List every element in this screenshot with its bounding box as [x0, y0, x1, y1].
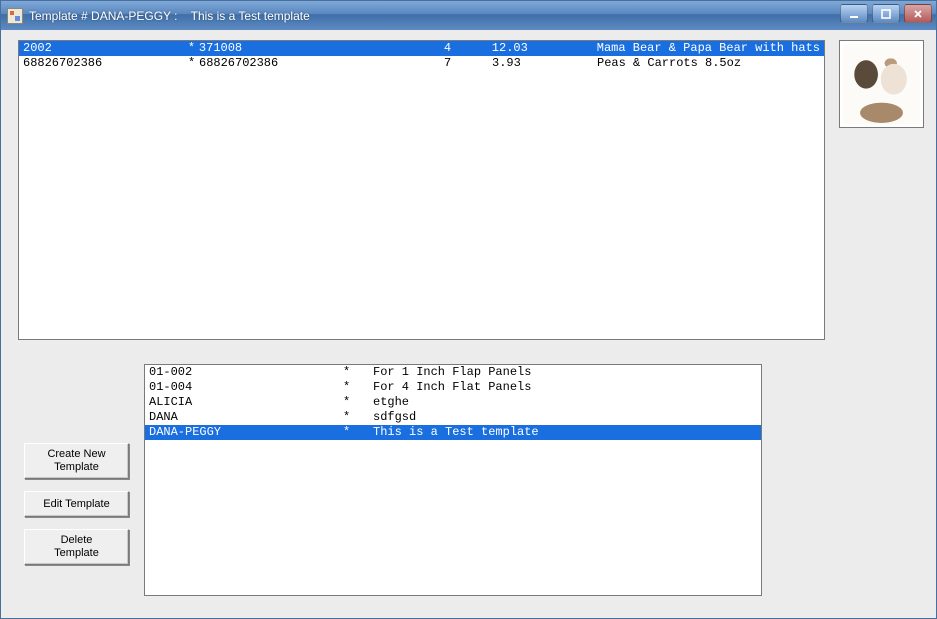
item-cell: Peas & Carrots 8.5oz [597, 56, 820, 71]
titlebar[interactable]: Template # DANA-PEGGY : This is a Test t… [1, 1, 936, 30]
item-cell: 2002 [23, 41, 188, 56]
item-thumbnail[interactable] [839, 40, 924, 128]
item-grid[interactable]: 2002*371008412.03Mama Bear & Papa Bear w… [18, 40, 825, 340]
template-row[interactable]: DANA-PEGGY*This is a Test template [145, 425, 761, 440]
template-cell: * [343, 410, 373, 425]
template-cell: For 1 Inch Flap Panels [373, 365, 757, 380]
maximize-button[interactable] [872, 4, 900, 23]
template-cell: sdfgsd [373, 410, 757, 425]
item-cell: * [188, 56, 199, 71]
item-cell: 371008 [199, 41, 444, 56]
client-area: 2002*371008412.03Mama Bear & Papa Bear w… [1, 30, 936, 618]
window-title: Template # DANA-PEGGY : This is a Test t… [29, 9, 310, 23]
template-cell: ALICIA [149, 395, 343, 410]
item-cell: 4 [444, 41, 492, 56]
app-window: Template # DANA-PEGGY : This is a Test t… [0, 0, 937, 619]
template-cell: 01-004 [149, 380, 343, 395]
template-cell: DANA [149, 410, 343, 425]
template-row[interactable]: 01-004*For 4 Inch Flat Panels [145, 380, 761, 395]
item-cell: * [188, 41, 199, 56]
close-icon [913, 9, 923, 19]
template-cell: * [343, 395, 373, 410]
item-cell: 7 [444, 56, 492, 71]
delete-template-button[interactable]: Delete Template [24, 529, 129, 565]
item-row[interactable]: 2002*371008412.03Mama Bear & Papa Bear w… [19, 41, 824, 56]
template-actions: Create New Template Edit Template Delete… [24, 443, 129, 565]
item-cell: 68826702386 [199, 56, 444, 71]
create-template-button[interactable]: Create New Template [24, 443, 129, 479]
edit-template-button[interactable]: Edit Template [24, 491, 129, 517]
window-controls [840, 4, 932, 23]
template-row[interactable]: DANA*sdfgsd [145, 410, 761, 425]
template-cell: 01-002 [149, 365, 343, 380]
template-cell: This is a Test template [373, 425, 757, 440]
thumbnail-image [843, 44, 920, 124]
item-cell: Mama Bear & Papa Bear with hats [597, 41, 820, 56]
app-icon [7, 8, 23, 24]
item-cell: 12.03 [492, 41, 597, 56]
item-row[interactable]: 68826702386*6882670238673.93Peas & Carro… [19, 56, 824, 71]
item-cell: 3.93 [492, 56, 597, 71]
template-cell: For 4 Inch Flat Panels [373, 380, 757, 395]
minimize-icon [849, 9, 859, 19]
close-button[interactable] [904, 4, 932, 23]
template-row[interactable]: 01-002*For 1 Inch Flap Panels [145, 365, 761, 380]
item-cell: 68826702386 [23, 56, 188, 71]
template-row[interactable]: ALICIA*etghe [145, 395, 761, 410]
maximize-icon [881, 9, 891, 19]
minimize-button[interactable] [840, 4, 868, 23]
template-cell: * [343, 365, 373, 380]
template-cell: * [343, 380, 373, 395]
template-cell: DANA-PEGGY [149, 425, 343, 440]
template-cell: etghe [373, 395, 757, 410]
template-list[interactable]: 01-002*For 1 Inch Flap Panels01-004*For … [144, 364, 762, 596]
template-cell: * [343, 425, 373, 440]
